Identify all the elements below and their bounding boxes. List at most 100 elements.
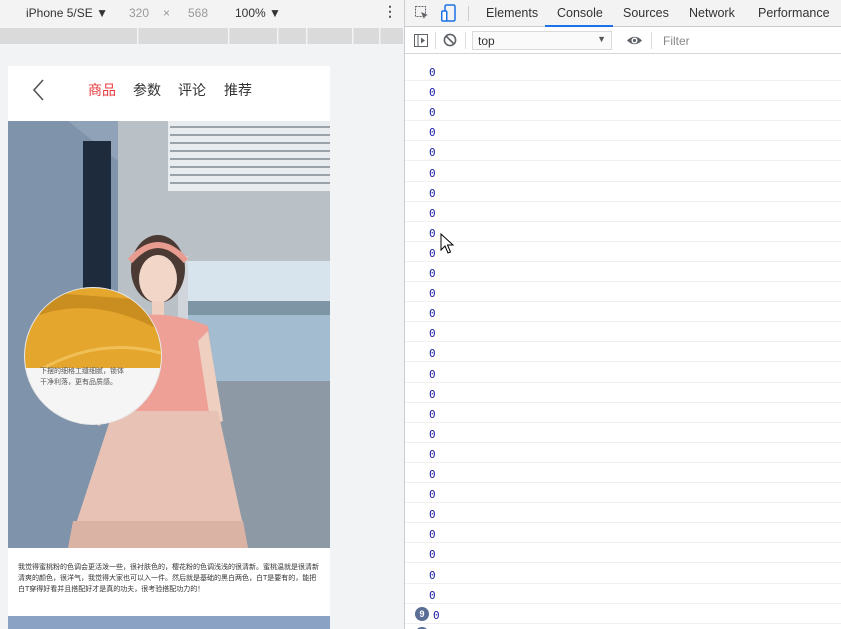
console-message[interactable]: 0: [405, 423, 841, 443]
product-photo-image: [8, 121, 330, 548]
console-value: 0: [429, 528, 436, 542]
console-message[interactable]: 0: [405, 121, 841, 142]
console-message[interactable]: 0: [405, 282, 841, 303]
console-message[interactable]: 0: [405, 182, 841, 202]
device-name: iPhone 5/SE: [26, 6, 93, 20]
chevron-down-icon: ▼: [597, 34, 606, 44]
zoom-value: 100%: [235, 6, 266, 20]
tab-recommend[interactable]: 推荐: [224, 80, 252, 100]
console-message[interactable]: 0: [405, 483, 841, 504]
console-value: 0: [429, 367, 436, 381]
console-value: 0: [433, 608, 440, 622]
console-message[interactable]: 0: [405, 403, 841, 423]
more-options-icon[interactable]: ⋮: [383, 3, 397, 20]
console-value: 0: [429, 588, 436, 602]
console-message[interactable]: 0: [405, 342, 841, 363]
console-value: 0: [429, 327, 436, 341]
console-value: 0: [429, 267, 436, 280]
console-value: 0: [429, 447, 436, 461]
console-message[interactable]: 0: [405, 222, 841, 242]
console-value: 0: [429, 468, 436, 481]
console-message[interactable]: 0: [405, 302, 841, 323]
console-message[interactable]: 0: [405, 242, 841, 262]
clear-console-icon[interactable]: [443, 33, 457, 47]
toolbar-separator: [651, 32, 652, 49]
console-value: 0: [429, 427, 436, 441]
console-value: 0: [429, 86, 436, 100]
console-message[interactable]: 0: [405, 81, 841, 102]
dimension-separator: ×: [163, 6, 171, 20]
console-value: 0: [429, 66, 436, 79]
console-value: 0: [429, 347, 436, 361]
device-select[interactable]: iPhone 5/SE ▼: [26, 6, 108, 20]
mouse-cursor-icon: [440, 233, 454, 254]
console-message[interactable]: 0: [405, 202, 841, 222]
tab-reviews[interactable]: 评论: [178, 80, 206, 100]
console-message[interactable]: 0: [405, 262, 841, 282]
inspect-icon[interactable]: [415, 6, 429, 20]
active-tab-indicator: [545, 25, 613, 27]
eye-icon[interactable]: [626, 34, 643, 47]
console-message[interactable]: 0: [405, 101, 841, 122]
device-emulation-panel: iPhone 5/SE ▼ 320 × 568 100% ▼ ⋮ 商品 参数 评…: [0, 0, 404, 629]
tab-network[interactable]: Network: [689, 6, 735, 20]
console-value: 0: [429, 287, 436, 301]
console-message[interactable]: 0: [405, 443, 841, 463]
tab-product[interactable]: 商品: [88, 80, 116, 100]
console-value: 0: [429, 126, 436, 140]
console-message[interactable]: 0: [405, 543, 841, 564]
toolbar-separator: [435, 32, 436, 49]
console-message[interactable]: 0: [405, 162, 841, 182]
console-message[interactable]: 0: [405, 363, 841, 383]
back-icon[interactable]: [30, 78, 50, 102]
console-message[interactable]: 0: [405, 322, 841, 343]
console-message[interactable]: 0: [405, 523, 841, 544]
console-message[interactable]: 0: [405, 503, 841, 524]
console-value: 0: [429, 186, 436, 200]
console-value: 0: [429, 146, 436, 160]
console-value: 0: [429, 407, 436, 421]
photo-inset-caption: 下摆的细格工缝细腻，锁体干净利落，更有品质感。: [40, 368, 124, 386]
zoom-dropdown-arrow: ▼: [269, 6, 281, 20]
console-message[interactable]: 0: [405, 383, 841, 403]
media-query-bar[interactable]: [0, 28, 404, 44]
console-toolbar: top ▼: [405, 28, 841, 54]
console-value: 0: [429, 508, 436, 522]
product-photo: 下摆的细格工缝细腻，锁体干净利落，更有品质感。: [8, 121, 330, 548]
product-nav-bar: 商品 参数 评论 推荐: [8, 66, 330, 121]
sidebar-icon[interactable]: [414, 34, 428, 47]
zoom-select[interactable]: 100% ▼: [235, 6, 281, 20]
filter-input[interactable]: [657, 31, 837, 51]
console-value: 0: [429, 106, 436, 120]
viewport-height[interactable]: 568: [188, 6, 208, 20]
tab-params[interactable]: 参数: [133, 80, 161, 100]
console-message[interactable]: 0: [405, 584, 841, 604]
repeat-count-badge: 9: [415, 606, 429, 621]
console-value: 0: [429, 246, 436, 260]
console-value: 0: [429, 387, 436, 401]
devtools-tabbar: Elements Console Sources Network Perform…: [405, 0, 841, 27]
console-log[interactable]: 0000000000000000000000000009070: [405, 55, 841, 629]
context-value: top: [478, 34, 495, 48]
tab-performance[interactable]: Performance: [758, 6, 830, 20]
phone-viewport: 商品 参数 评论 推荐 下摆的细格工缝细腻，锁体干净利落，更有品质感。 我觉得蜜…: [8, 66, 330, 629]
console-message[interactable]: 0: [405, 141, 841, 162]
console-message[interactable]: 0: [405, 564, 841, 584]
console-value: 0: [429, 226, 436, 240]
next-photo-preview: [8, 616, 330, 629]
console-message[interactable]: 70: [405, 624, 841, 629]
tab-console[interactable]: Console: [557, 6, 603, 20]
tab-separator: [468, 6, 469, 21]
device-dropdown-arrow: ▼: [96, 6, 108, 20]
device-toggle-icon[interactable]: [441, 4, 457, 22]
console-value: 0: [429, 307, 436, 321]
devtools-panel: Elements Console Sources Network Perform…: [405, 0, 841, 629]
context-select[interactable]: top ▼: [472, 31, 612, 50]
tab-elements[interactable]: Elements: [486, 6, 538, 20]
tab-sources[interactable]: Sources: [623, 6, 669, 20]
viewport-width[interactable]: 320: [129, 6, 149, 20]
console-message[interactable]: 0: [405, 463, 841, 483]
console-message[interactable]: 90: [405, 604, 841, 624]
toolbar-separator: [465, 32, 466, 49]
console-message[interactable]: 0: [405, 61, 841, 81]
